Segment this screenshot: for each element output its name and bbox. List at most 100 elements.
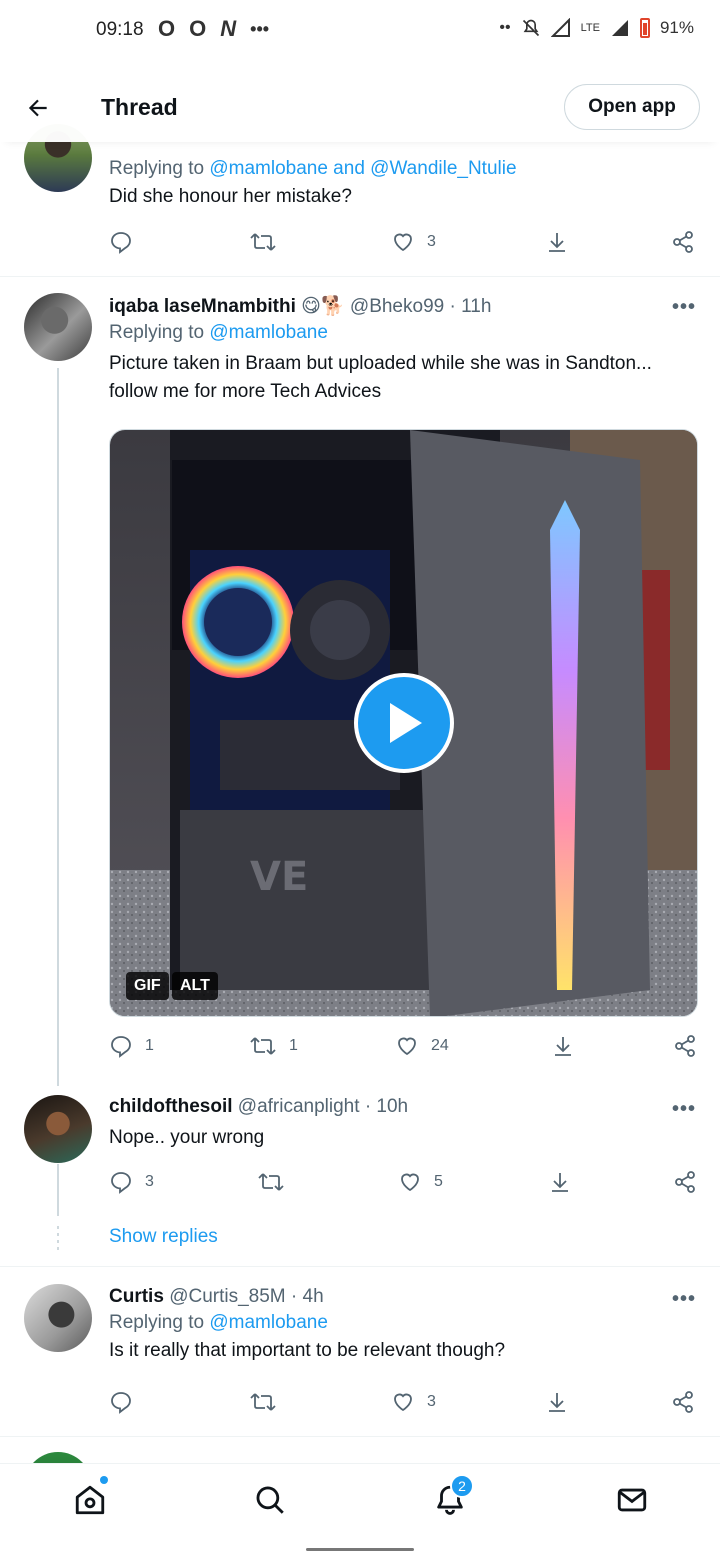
tweet-text: Picture taken in Braam but uploaded whil… — [109, 353, 652, 402]
tweet[interactable]: childofthesoil @africanplight · 10h Nope… — [0, 1090, 720, 1266]
share-button[interactable] — [673, 1034, 697, 1058]
arrow-left-icon — [28, 99, 47, 117]
tweet[interactable]: Curtis @Curtis_85M · 4h Replying to @mam… — [0, 1270, 720, 1436]
retweet-icon — [250, 1393, 276, 1411]
search-icon — [256, 1486, 284, 1514]
divider — [0, 1436, 720, 1437]
reply-icon — [111, 1392, 131, 1414]
retweet-icon — [258, 1173, 284, 1191]
nav-messages[interactable] — [612, 1480, 652, 1520]
download-icon — [549, 233, 565, 252]
like-button[interactable]: 3 — [391, 230, 436, 254]
avatar[interactable] — [24, 1095, 92, 1163]
avatar[interactable] — [24, 1284, 92, 1352]
like-button[interactable]: 24 — [395, 1034, 449, 1058]
display-name[interactable]: childofthesoil — [109, 1096, 233, 1117]
open-app-button[interactable]: Open app — [564, 84, 700, 130]
avatar[interactable] — [24, 293, 92, 361]
page-title: Thread — [101, 94, 178, 120]
download-icon — [555, 1037, 571, 1056]
heart-icon — [394, 233, 412, 252]
more-options-button[interactable]: ••• — [672, 1288, 696, 1311]
status-time: 09:18 — [96, 19, 144, 40]
battery-icon — [639, 18, 650, 38]
retweet-icon — [250, 1037, 276, 1055]
download-button[interactable] — [548, 1170, 572, 1194]
like-count: 5 — [434, 1173, 443, 1190]
play-button[interactable] — [354, 673, 454, 773]
display-name[interactable]: Curtis — [109, 1286, 164, 1307]
notification-icon-n: N — [220, 16, 237, 41]
mention-link[interactable]: @mamlobane and @Wandile_Ntulie — [209, 158, 516, 179]
tweet-time: · 10h — [364, 1096, 409, 1117]
retweet-count: 1 — [289, 1037, 298, 1054]
data-dots-icon: •• — [499, 19, 511, 36]
share-button[interactable] — [673, 1170, 697, 1194]
gesture-bar[interactable] — [306, 1548, 414, 1551]
tweet-media-gif[interactable]: VE GIF ALT — [109, 429, 698, 1017]
tweet-text: Is it really that important to be releva… — [109, 1340, 506, 1361]
replying-to: Replying to @mamlobane — [109, 322, 328, 343]
user-handle[interactable]: @Curtis_85M — [169, 1286, 285, 1307]
home-icon — [75, 1485, 105, 1515]
status-bar: 09:18 O O N ••• •• LTE 91% — [0, 0, 720, 60]
mention-link[interactable]: @mamlobane — [209, 1312, 328, 1333]
signal-icon — [550, 18, 570, 37]
thread-header: Thread Open app — [0, 72, 720, 142]
notification-icons: O O N ••• — [158, 16, 269, 42]
retweet-button[interactable]: 1 — [249, 1034, 298, 1058]
more-options-button[interactable]: ••• — [672, 1098, 696, 1121]
retweet-button[interactable] — [257, 1170, 285, 1194]
gif-badge: GIF — [126, 972, 169, 1000]
notification-count-badge: 2 — [450, 1474, 474, 1498]
replying-to: Replying to @mamlobane — [109, 1312, 328, 1333]
download-button[interactable] — [551, 1034, 575, 1058]
name-emoji: 😋🐕 — [301, 296, 345, 317]
download-button[interactable] — [545, 1390, 569, 1414]
alt-badge[interactable]: ALT — [172, 972, 218, 1000]
system-icons: •• LTE 91% — [499, 18, 694, 38]
reply-button[interactable] — [109, 1390, 133, 1414]
back-button[interactable] — [20, 90, 56, 126]
like-button[interactable]: 3 — [391, 1390, 436, 1414]
reply-icon — [111, 1036, 131, 1058]
display-name[interactable]: iqaba laseMnambithi — [109, 296, 296, 317]
retweet-button[interactable] — [249, 1390, 277, 1414]
nav-search[interactable] — [250, 1480, 290, 1520]
more-options-button[interactable]: ••• — [672, 296, 696, 319]
user-handle[interactable]: @africanplight — [238, 1096, 360, 1117]
like-count: 3 — [427, 233, 436, 250]
play-icon — [390, 703, 422, 743]
reply-button[interactable] — [109, 230, 133, 254]
tweet-text: Nope.. your wrong — [109, 1127, 265, 1148]
retweet-button[interactable] — [249, 230, 277, 254]
reply-button[interactable]: 1 — [109, 1034, 154, 1058]
download-button[interactable] — [545, 230, 569, 254]
mute-icon — [522, 19, 539, 37]
tweet-meta: iqaba laseMnambithi 😋🐕 @Bheko99 · 11h — [109, 294, 698, 318]
reply-icon — [111, 232, 131, 254]
download-icon — [552, 1173, 568, 1192]
user-handle[interactable]: @Bheko99 — [350, 296, 444, 317]
reply-button[interactable]: 3 — [109, 1170, 154, 1194]
network-type: LTE — [580, 22, 600, 34]
heart-icon — [394, 1393, 412, 1412]
mention-link[interactable]: @mamlobane — [209, 322, 328, 343]
tweet-time: · 11h — [449, 296, 492, 317]
home-unread-dot — [100, 1476, 108, 1484]
download-icon — [549, 1393, 565, 1412]
nav-home[interactable] — [70, 1476, 110, 1520]
notification-icon-o2: O — [189, 16, 207, 41]
tweet-meta: Curtis @Curtis_85M · 4h — [109, 1286, 698, 1308]
like-button[interactable]: 5 — [398, 1170, 443, 1194]
heart-icon — [398, 1037, 416, 1056]
tweet[interactable]: Replying to @mamlobane and @Wandile_Ntul… — [0, 124, 720, 276]
nav-notifications[interactable]: 2 — [430, 1474, 474, 1520]
battery-level: 91% — [659, 18, 694, 37]
show-replies-link[interactable]: Show replies — [109, 1226, 218, 1248]
share-button[interactable] — [671, 230, 695, 254]
share-button[interactable] — [671, 1390, 695, 1414]
like-count: 24 — [431, 1037, 449, 1054]
signal-icon-2 — [611, 20, 628, 36]
tweet-time: · 4h — [290, 1286, 324, 1307]
